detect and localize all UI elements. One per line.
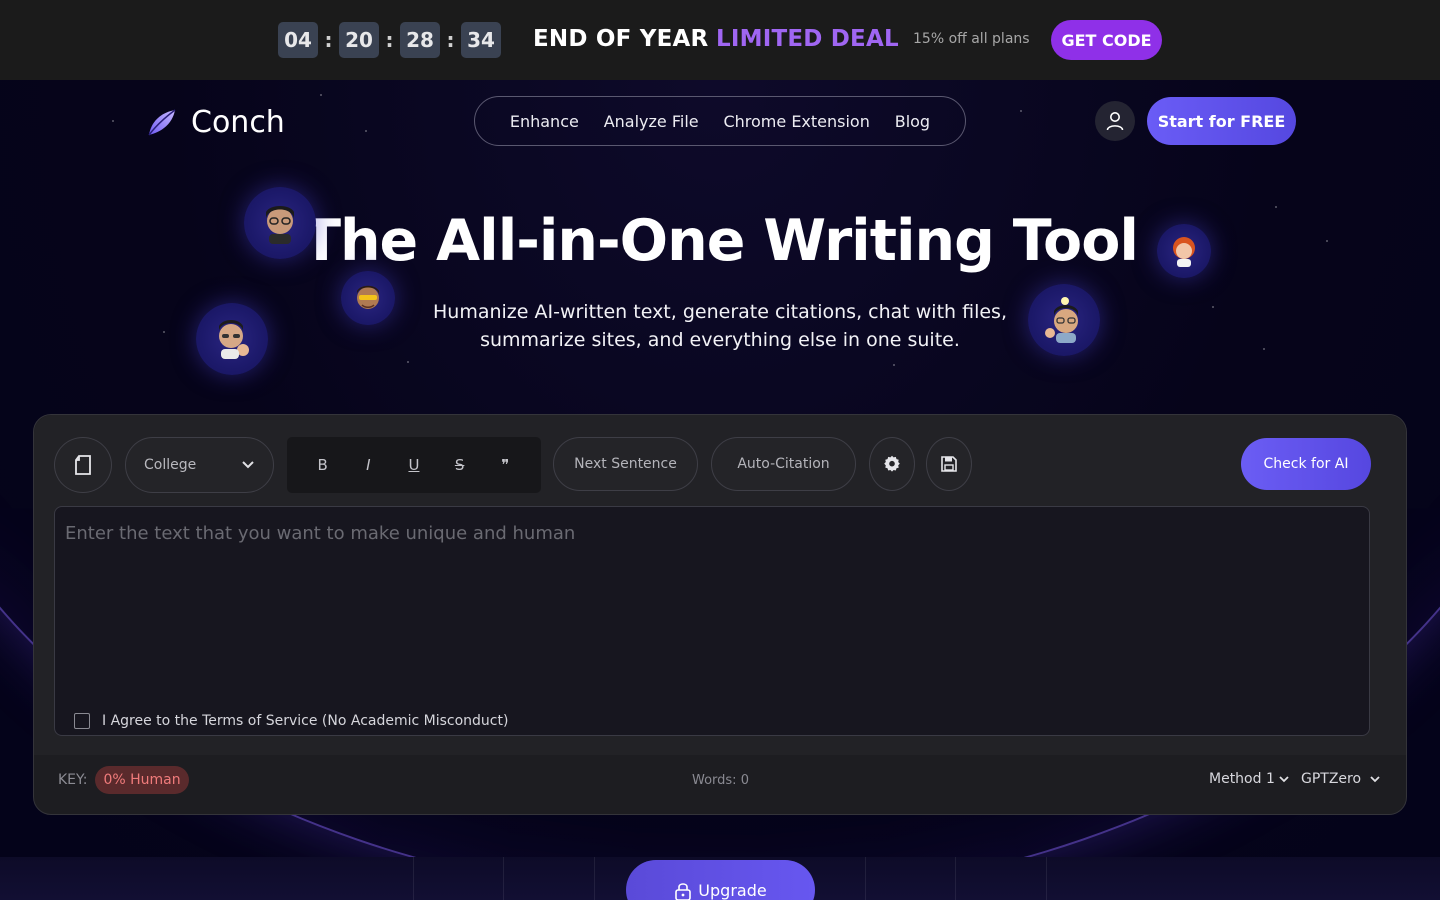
chevron-down-icon [1370, 776, 1380, 783]
save-button[interactable] [926, 437, 972, 491]
nav-item-enhance[interactable]: Enhance [510, 112, 579, 131]
main-nav: Enhance Analyze File Chrome Extension Bl… [474, 96, 966, 146]
timer-frames: 34 [461, 22, 501, 58]
terms-agreement[interactable]: I Agree to the Terms of Service (No Acad… [74, 713, 508, 729]
lock-icon [675, 883, 692, 900]
terms-label: I Agree to the Terms of Service (No Acad… [102, 713, 509, 729]
italic-button[interactable]: I [358, 456, 378, 474]
start-free-button[interactable]: Start for FREE [1147, 97, 1296, 145]
bold-button[interactable]: B [313, 456, 333, 474]
account-button[interactable] [1095, 101, 1135, 141]
hero-title: The All-in-One Writing Tool [302, 208, 1139, 274]
level-select-value: College [144, 457, 197, 473]
word-count: Words: 0 [692, 773, 749, 788]
save-icon [941, 456, 957, 472]
editor-panel: College B I U S ❞ Next Sentence Auto-Cit… [34, 415, 1406, 755]
detector-select-value: GPTZero [1301, 771, 1362, 787]
timer-minutes: 20 [339, 22, 379, 58]
editor-placeholder: Enter the text that you want to make uni… [65, 523, 576, 544]
underline-button[interactable]: U [404, 456, 424, 474]
auto-citation-button[interactable]: Auto-Citation [711, 437, 856, 491]
countdown-timer: 04 : 20 : 28 : 34 [278, 22, 501, 58]
quote-button[interactable]: ❞ [495, 456, 515, 474]
promo-headline: END OF YEAR [533, 26, 709, 52]
nav-item-blog[interactable]: Blog [895, 112, 930, 131]
promo-deal-label: LIMITED DEAL [716, 26, 899, 52]
nav-item-chrome-extension[interactable]: Chrome Extension [723, 112, 869, 131]
method-select[interactable]: Method 1 [1209, 771, 1289, 787]
conch-logo-icon [148, 108, 176, 135]
gear-icon [884, 455, 900, 472]
timer-seconds: 28 [400, 22, 440, 58]
hero-subtitle: Humanize AI-written text, generate citat… [433, 301, 1007, 351]
get-code-button[interactable]: GET CODE [1051, 20, 1162, 60]
brand-logo[interactable]: Conch [145, 105, 285, 140]
brand-name: Conch [191, 105, 285, 140]
level-select[interactable]: College [125, 437, 274, 493]
terms-checkbox[interactable] [74, 713, 90, 729]
avatar-glasses-woman [244, 187, 316, 259]
chevron-down-icon [242, 461, 254, 469]
document-button[interactable] [54, 437, 112, 493]
text-editor[interactable]: Enter the text that you want to make uni… [54, 506, 1370, 736]
nav-item-analyze-file[interactable]: Analyze File [604, 112, 699, 131]
human-percent-badge: 0% Human [95, 766, 189, 794]
timer-hours: 04 [278, 22, 318, 58]
editor-card: College B I U S ❞ Next Sentence Auto-Cit… [33, 414, 1407, 815]
key-label: KEY: [58, 772, 88, 788]
user-icon [1106, 112, 1124, 131]
timer-separator: : [324, 28, 333, 52]
timer-separator: : [446, 28, 455, 52]
strikethrough-button[interactable]: S [450, 456, 470, 474]
timer-separator: : [385, 28, 394, 52]
document-icon [75, 455, 91, 475]
method-select-value: Method 1 [1209, 771, 1275, 787]
promo-offer-text: 15% off all plans [913, 31, 1030, 47]
next-sentence-button[interactable]: Next Sentence [553, 437, 698, 491]
key-legend: KEY: 0% Human [58, 766, 189, 794]
check-for-ai-button[interactable]: Check for AI [1241, 438, 1371, 490]
avatar-thumbs-man [196, 303, 268, 375]
chevron-down-icon [1279, 776, 1289, 783]
settings-button[interactable] [869, 437, 915, 491]
promo-bar: 04 : 20 : 28 : 34 END OF YEAR LIMITED DE… [0, 0, 1440, 80]
detector-select[interactable]: GPTZero [1301, 771, 1380, 787]
avatar-redhead-woman [1157, 224, 1211, 278]
upgrade-label: Upgrade [698, 881, 767, 900]
format-toolbar: B I U S ❞ [287, 437, 541, 493]
avatar-idea-man [1028, 284, 1100, 356]
avatar-sunglasses-man [341, 271, 395, 325]
upgrade-button[interactable]: Upgrade [626, 860, 815, 900]
